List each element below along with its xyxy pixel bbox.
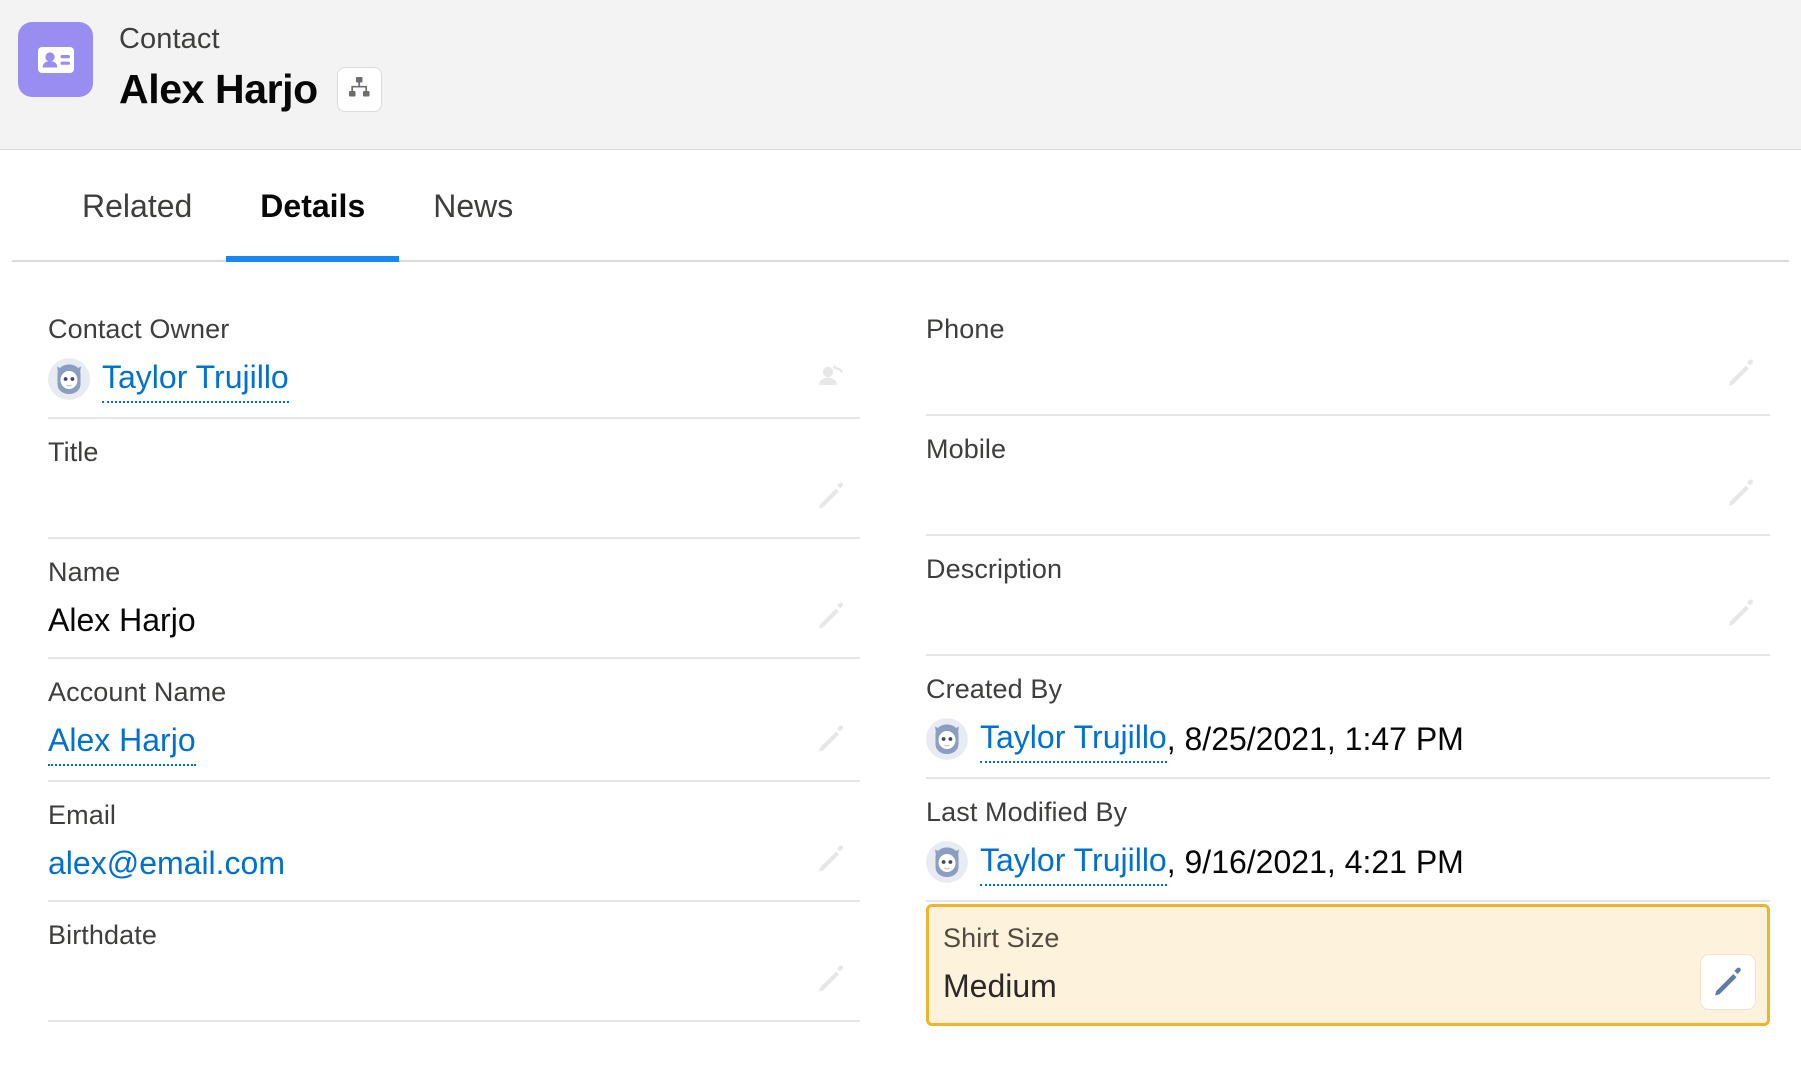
field-email: Email alex@email.com — [48, 782, 860, 902]
tab-related[interactable]: Related — [48, 150, 226, 262]
field-value: Alex Harjo — [48, 602, 196, 638]
field-created-by: Created By Taylor Trujillo , 8/25/2021, … — [926, 656, 1770, 779]
details-panel: Contact Owner Taylor Trujillo Title Name… — [0, 262, 1801, 1026]
details-left-column: Contact Owner Taylor Trujillo Title Name… — [0, 296, 900, 1026]
field-value — [926, 594, 1710, 640]
contact-owner-link[interactable]: Taylor Trujillo — [102, 354, 289, 403]
field-value — [48, 477, 800, 523]
avatar — [926, 717, 968, 760]
pencil-icon[interactable] — [808, 956, 854, 1002]
field-label: Name — [48, 557, 121, 587]
email-link[interactable]: alex@email.com — [48, 840, 285, 886]
last-modified-by-user-link[interactable]: Taylor Trujillo — [980, 837, 1167, 886]
field-value: alex@email.com — [48, 840, 800, 886]
hierarchy-button[interactable] — [336, 66, 382, 112]
field-mobile: Mobile — [926, 416, 1770, 536]
last-modified-by-timestamp: , 9/16/2021, 4:21 PM — [1166, 843, 1464, 880]
tab-details[interactable]: Details — [226, 150, 400, 262]
field-birthdate: Birthdate — [48, 902, 860, 1022]
details-right-column: Phone Mobile Description Created By Tayl… — [900, 296, 1800, 1026]
field-name: Name Alex Harjo — [48, 539, 860, 659]
field-last-modified-by: Last Modified By Taylor Trujillo , 9/16/… — [926, 779, 1770, 902]
field-label: Title — [48, 437, 99, 467]
pencil-icon[interactable] — [808, 473, 854, 519]
avatar — [48, 357, 90, 400]
field-value — [926, 474, 1710, 520]
field-value — [926, 354, 1710, 400]
field-value: Taylor Trujillo , 9/16/2021, 4:21 PM — [926, 837, 1710, 886]
pencil-icon[interactable] — [808, 593, 854, 639]
record-header: Contact Alex Harjo — [0, 0, 1801, 150]
field-account-name: Account Name Alex Harjo — [48, 659, 860, 782]
field-label: Shirt Size — [943, 923, 1060, 953]
pencil-icon[interactable] — [1701, 955, 1755, 1009]
field-value: Taylor Trujillo , 8/25/2021, 1:47 PM — [926, 714, 1710, 763]
field-value — [48, 960, 800, 1006]
field-label: Email — [48, 800, 117, 830]
account-name-link[interactable]: Alex Harjo — [48, 717, 196, 766]
created-by-user-link[interactable]: Taylor Trujillo — [980, 714, 1167, 763]
field-value: Medium — [943, 968, 1057, 1004]
last-modified-by-line: Taylor Trujillo , 9/16/2021, 4:21 PM — [926, 837, 1464, 886]
hierarchy-icon — [346, 74, 372, 105]
field-value: Taylor Trujillo — [48, 354, 800, 403]
created-by-line: Taylor Trujillo , 8/25/2021, 1:47 PM — [926, 714, 1464, 763]
created-by-timestamp: , 8/25/2021, 1:47 PM — [1166, 720, 1464, 757]
record-tab-bar: Related Details News — [0, 150, 1801, 262]
field-contact-owner: Contact Owner Taylor Trujillo — [48, 296, 860, 419]
field-value: Alex Harjo — [48, 717, 800, 766]
field-label: Birthdate — [48, 920, 157, 950]
change-owner-icon[interactable] — [808, 353, 854, 399]
header-text-block: Contact Alex Harjo — [119, 18, 382, 114]
pencil-icon[interactable] — [1718, 350, 1764, 396]
record-title-row: Alex Harjo — [119, 64, 382, 114]
field-label: Last Modified By — [926, 797, 1128, 827]
object-type-label: Contact — [119, 23, 220, 55]
field-label: Account Name — [48, 677, 227, 707]
avatar — [926, 840, 968, 883]
field-label: Description — [926, 554, 1063, 584]
pencil-icon[interactable] — [808, 836, 854, 882]
contact-card-icon — [18, 22, 93, 97]
field-label: Mobile — [926, 434, 1007, 464]
field-title: Title — [48, 419, 860, 539]
field-description: Description — [926, 536, 1770, 656]
pencil-icon[interactable] — [808, 716, 854, 762]
tab-news[interactable]: News — [399, 150, 547, 262]
field-phone: Phone — [926, 296, 1770, 416]
field-label: Contact Owner — [48, 314, 230, 344]
page-title: Alex Harjo — [119, 66, 318, 112]
field-shirt-size[interactable]: Shirt Size Medium — [926, 904, 1770, 1026]
field-label: Created By — [926, 674, 1063, 704]
pencil-icon[interactable] — [1718, 590, 1764, 636]
field-label: Phone — [926, 314, 1005, 344]
pencil-icon[interactable] — [1718, 470, 1764, 516]
